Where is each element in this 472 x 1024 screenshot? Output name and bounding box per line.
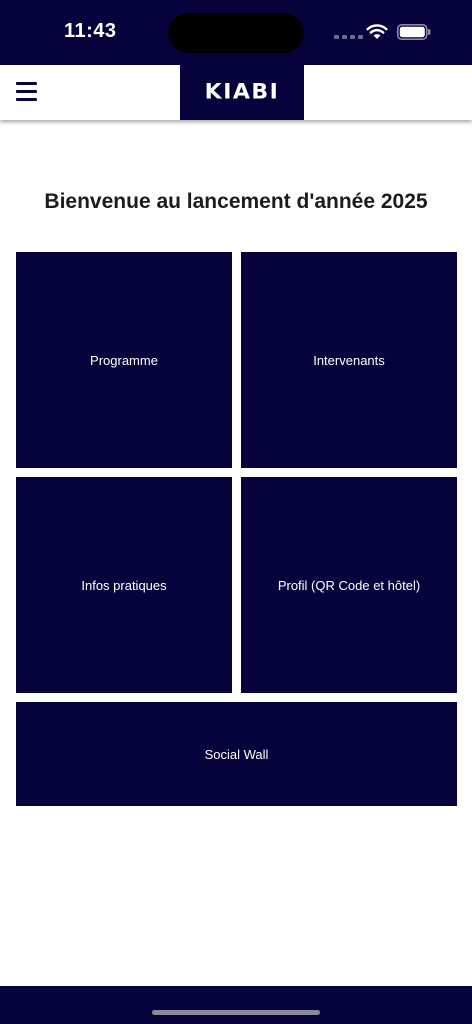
logo-text: KIABI [204,80,280,105]
app-header: KIABI [0,65,472,120]
tile-label: Intervenants [313,352,385,368]
battery-icon [397,24,431,40]
signal-icon [334,35,363,39]
dynamic-island [168,13,304,53]
bottom-bar [0,986,472,1024]
wifi-icon [366,24,388,39]
status-time: 11:43 [64,20,117,42]
tile-label: Programme [90,352,158,368]
tile-social-wall[interactable]: Social Wall [16,702,457,806]
hamburger-menu-icon[interactable] [16,82,37,102]
tile-intervenants[interactable]: Intervenants [241,252,457,468]
status-bar: 11:43 [0,0,472,65]
tile-label: Infos pratiques [81,577,167,593]
home-indicator[interactable] [152,1010,320,1015]
tile-programme[interactable]: Programme [16,252,232,468]
page-title: Bienvenue au lancement d'année 2025 [44,190,428,213]
tile-infos-pratiques[interactable]: Infos pratiques [16,477,232,693]
tile-label: Social Wall [204,746,269,762]
kiabi-logo[interactable]: KIABI [180,65,304,120]
tile-profil[interactable]: Profil (QR Code et hôtel) [241,477,457,693]
tile-label: Profil (QR Code et hôtel) [277,577,421,593]
